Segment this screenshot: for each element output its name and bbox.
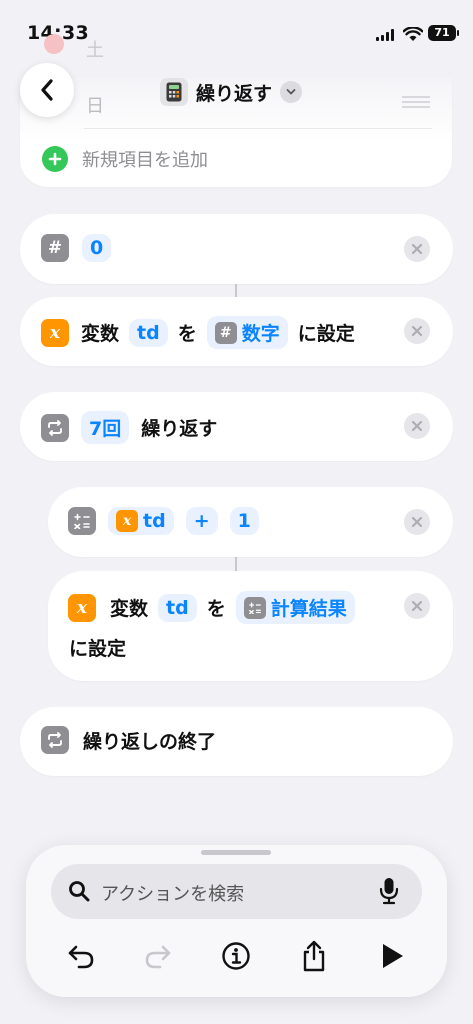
repeat-icon [41, 726, 69, 754]
number-source-label: 数字 [241, 323, 280, 345]
page-title: 繰り返す [196, 82, 273, 105]
calc-result-label: 計算結果 [270, 598, 347, 620]
info-button[interactable] [216, 936, 256, 976]
status-bar: 14:33 71 [0, 0, 473, 60]
remove-set-variable-button[interactable] [404, 318, 430, 344]
calc-icon [243, 596, 266, 619]
wifi-icon [403, 27, 423, 41]
remove-icon [411, 516, 423, 528]
divider [84, 128, 432, 129]
hash-icon: # [41, 234, 69, 262]
back-icon [41, 79, 53, 101]
share-button[interactable] [294, 936, 334, 976]
ghost-item-sat: 土 [86, 40, 104, 61]
search-icon [69, 881, 90, 902]
undo-icon [68, 945, 94, 969]
sheet-grabber[interactable] [201, 850, 271, 855]
ghost-item-sun: 日 [86, 96, 104, 117]
end-repeat-label: 繰り返しの終了 [83, 730, 217, 753]
remove-calculate-action-button[interactable] [404, 509, 430, 535]
set-var-particle: を [206, 598, 226, 620]
run-button[interactable] [372, 936, 412, 976]
remove-repeat-action-button[interactable] [404, 413, 430, 439]
remove-icon [411, 243, 423, 255]
signal-icon [376, 29, 394, 41]
chevron-down-icon [280, 81, 303, 103]
info-icon [222, 942, 250, 970]
calc-operand-pill[interactable]: 1 [229, 507, 259, 535]
share-icon [303, 940, 325, 972]
set-var-particle: を [177, 323, 197, 345]
calc-operator-pill[interactable]: + [185, 507, 218, 535]
variable-name-pill[interactable]: td [158, 593, 197, 622]
calculator-icon [160, 78, 188, 106]
variable-icon: x [68, 593, 96, 622]
remove-set-variable-result-button[interactable] [404, 593, 430, 619]
flow-connector [235, 284, 237, 297]
remove-icon [411, 420, 423, 432]
variable-name-pill[interactable]: td [129, 318, 168, 347]
battery-indicator: 71 [428, 25, 456, 41]
redo-button[interactable] [138, 936, 178, 976]
set-var-suffix: に設定 [297, 323, 355, 345]
remove-icon [411, 600, 423, 612]
number-value[interactable]: 0 [82, 234, 112, 262]
calc-variable-label: td [143, 510, 166, 532]
mic-icon[interactable] [378, 876, 400, 906]
ghost-bullet [44, 34, 64, 54]
redo-icon [145, 945, 171, 969]
add-item-label: 新規項目を追加 [82, 150, 208, 171]
shortcut-title-menu[interactable]: 繰り返す [160, 78, 303, 106]
undo-button[interactable] [61, 936, 101, 976]
drag-handle-icon [402, 96, 430, 98]
flow-connector [235, 557, 237, 571]
variable-icon: x [41, 318, 69, 347]
search-placeholder: アクションを検索 [101, 884, 245, 905]
calc-result-source-pill[interactable]: 計算結果 [235, 591, 355, 624]
set-variable-result-action-card[interactable] [48, 571, 453, 681]
set-var-prefix: 変数 [81, 323, 120, 345]
calc-icon [68, 507, 96, 535]
remove-icon [411, 325, 423, 337]
add-new-item-button[interactable]: 新規項目を追加 [42, 146, 208, 172]
calc-variable-pill[interactable]: x td [108, 507, 174, 535]
set-var-suffix: に設定 [69, 638, 127, 660]
repeat-label: 繰り返す [141, 418, 218, 440]
hash-icon: # [214, 321, 237, 344]
play-icon [383, 944, 403, 968]
number-source-pill[interactable]: # 数字 [206, 316, 288, 349]
set-var-prefix: 変数 [110, 598, 149, 620]
repeat-count-pill[interactable]: 7回 [81, 411, 130, 444]
plus-icon [42, 146, 68, 172]
back-button[interactable] [20, 63, 74, 117]
repeat-icon [41, 413, 69, 442]
variable-icon: x [116, 510, 138, 532]
remove-number-action-button[interactable] [404, 236, 430, 262]
